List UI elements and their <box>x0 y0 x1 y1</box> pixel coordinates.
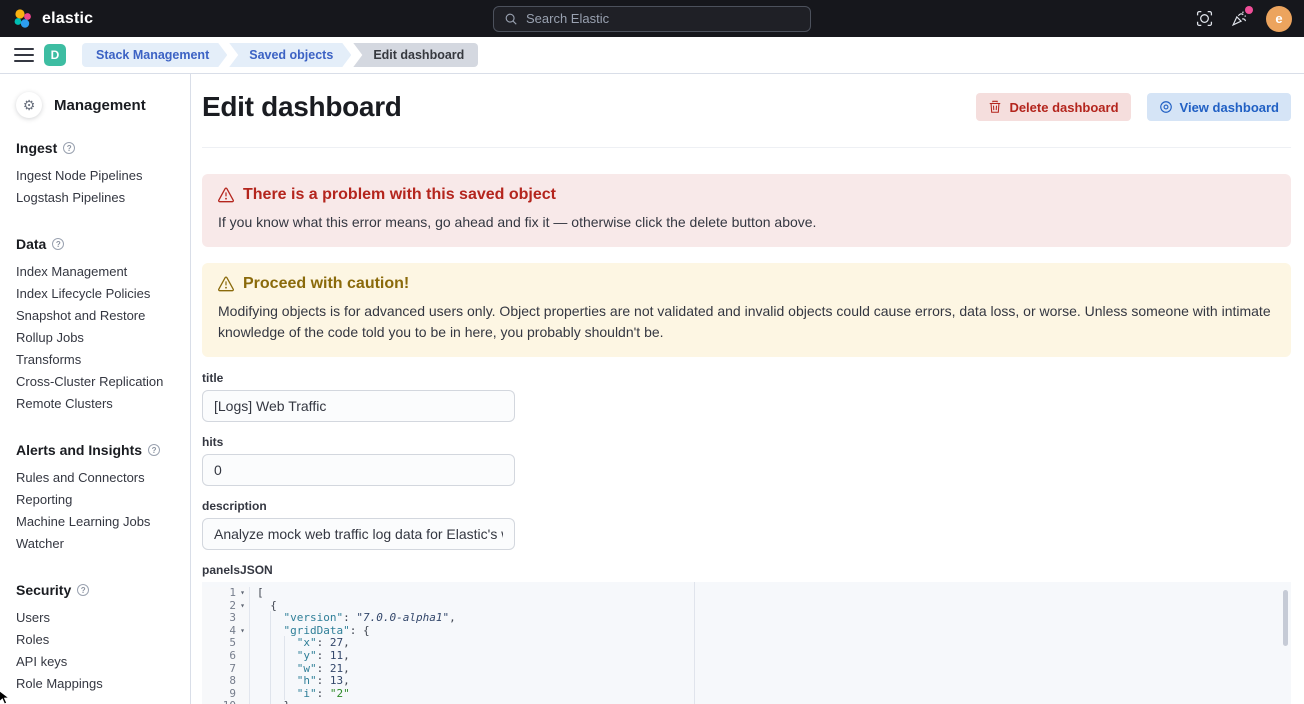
panelsjson-label: panelsJSON <box>202 563 1291 577</box>
view-dashboard-button[interactable]: View dashboard <box>1147 93 1291 121</box>
fold-caret-icon[interactable]: ▾ <box>236 600 249 613</box>
page-title: Edit dashboard <box>202 91 402 123</box>
code-line: 6 "y": 11, <box>202 650 1291 663</box>
warning-callout-body: Modifying objects is for advanced users … <box>218 301 1275 343</box>
sidebar-section-heading-label: Security <box>16 582 71 598</box>
section-help-icon[interactable]: ? <box>52 238 64 250</box>
sidebar-item[interactable]: Roles <box>16 629 176 651</box>
eye-icon <box>1159 100 1173 114</box>
sidebar-item[interactable]: Machine Learning Jobs <box>16 511 176 533</box>
newsfeed-icon[interactable] <box>1231 10 1248 27</box>
elastic-logo-icon <box>12 8 34 30</box>
sidebar-item[interactable]: API keys <box>16 651 176 673</box>
code-line: 10 }, <box>202 700 1291 704</box>
sidebar-item[interactable]: Index Lifecycle Policies <box>16 283 176 305</box>
sidebar-item[interactable]: Index Management <box>16 261 176 283</box>
breadcrumb-item: Edit dashboard <box>353 43 478 67</box>
trash-icon <box>988 100 1002 114</box>
sidebar-title: Management <box>54 97 146 114</box>
kibana-app: elastic Search Elastic <box>0 0 1304 704</box>
sidebar-item[interactable]: Cross-Cluster Replication <box>16 371 176 393</box>
line-number: 10 <box>223 700 236 704</box>
sidebar-item[interactable]: Role Mappings <box>16 673 176 695</box>
sidebar-section-heading-label: Data <box>16 236 46 252</box>
sidebar-item[interactable]: Ingest Node Pipelines <box>16 165 176 187</box>
line-number: 8 <box>229 675 236 688</box>
gear-icon: ⚙ <box>16 92 42 118</box>
sidebar-section-heading: Alerts and Insights? <box>16 442 176 458</box>
sidebar-item[interactable]: Rules and Connectors <box>16 467 176 489</box>
alert-icon <box>218 187 234 203</box>
code-line: 7 "w": 21, <box>202 663 1291 676</box>
user-avatar[interactable]: e <box>1266 6 1292 32</box>
line-number: 3 <box>229 612 236 625</box>
logo-text: elastic <box>42 10 93 28</box>
sidebar-item[interactable]: Reporting <box>16 489 176 511</box>
management-sidebar: ⚙ Management Ingest? Ingest Node Pipeline… <box>0 74 191 704</box>
elastic-logo[interactable]: elastic <box>12 8 93 30</box>
code-line: 4▾ "gridData": { <box>202 625 1291 638</box>
search-icon <box>504 12 518 26</box>
mouse-cursor <box>0 690 11 704</box>
warning-callout-title: Proceed with caution! <box>243 275 409 293</box>
sidebar-section: Alerts and Insights? Rules and Connectors… <box>16 442 176 555</box>
main-content: Edit dashboard Delete dashboard View das… <box>191 74 1304 704</box>
title-label: title <box>202 371 1291 385</box>
section-help-icon[interactable]: ? <box>148 444 160 456</box>
sidebar-item[interactable]: Logstash Pipelines <box>16 187 176 209</box>
description-label: description <box>202 499 1291 513</box>
alert-icon <box>218 276 234 292</box>
breadcrumb-item[interactable]: Stack Management <box>82 43 227 67</box>
title-field[interactable] <box>202 390 515 422</box>
hits-field[interactable] <box>202 454 515 486</box>
sidebar-section-heading-label: Ingest <box>16 140 57 156</box>
line-number: 6 <box>229 650 236 663</box>
hits-label: hits <box>202 435 1291 449</box>
sidebar-item[interactable]: Snapshot and Restore <box>16 305 176 327</box>
top-header-bar: elastic Search Elastic <box>0 0 1304 37</box>
sidebar-item[interactable]: Rollup Jobs <box>16 327 176 349</box>
menu-icon[interactable] <box>14 48 34 62</box>
sidebar-item[interactable]: Transforms <box>16 349 176 371</box>
breadcrumb: Stack ManagementSaved objectsEdit dashbo… <box>82 43 478 67</box>
error-callout-title: There is a problem with this saved objec… <box>243 186 556 204</box>
fold-caret-icon[interactable]: ▾ <box>236 587 249 600</box>
sidebar-header: ⚙ Management <box>16 92 176 118</box>
section-help-icon[interactable]: ? <box>77 584 89 596</box>
sidebar-section-heading-label: Alerts and Insights <box>16 442 142 458</box>
breadcrumb-item[interactable]: Saved objects <box>229 43 351 67</box>
error-callout: There is a problem with this saved objec… <box>202 174 1291 247</box>
sidebar-item[interactable]: Users <box>16 607 176 629</box>
sidebar-section: Data? Index ManagementIndex Lifecycle Pol… <box>16 236 176 415</box>
sidebar-section: Ingest? Ingest Node PipelinesLogstash Pip… <box>16 140 176 209</box>
code-line: 8 "h": 13, <box>202 675 1291 688</box>
panelsjson-code-editor[interactable]: 1▾[2▾ {3 "version": "7.0.0-alpha1",4▾ "g… <box>202 582 1291 704</box>
sidebar-section-heading: Security? <box>16 582 176 598</box>
global-search-input[interactable]: Search Elastic <box>493 6 811 32</box>
description-field[interactable] <box>202 518 515 550</box>
fold-caret-icon[interactable]: ▾ <box>236 625 249 638</box>
line-number: 1 <box>229 587 236 600</box>
warning-callout: Proceed with caution! Modifying objects … <box>202 263 1291 357</box>
section-help-icon[interactable]: ? <box>63 142 75 154</box>
space-badge[interactable]: D <box>44 44 66 66</box>
notification-dot <box>1245 6 1253 14</box>
editor-scrollbar[interactable] <box>1283 590 1288 646</box>
code-line: 5 "x": 27, <box>202 637 1291 650</box>
code-line: 1▾[ <box>202 587 1291 600</box>
help-icon[interactable] <box>1196 10 1213 27</box>
sidebar-item[interactable]: Remote Clusters <box>16 393 176 415</box>
search-placeholder: Search Elastic <box>526 11 609 26</box>
sidebar-section: Security? UsersRolesAPI keysRole Mappings <box>16 582 176 695</box>
header-divider <box>202 147 1291 148</box>
sidebar-item[interactable]: Watcher <box>16 533 176 555</box>
sidebar-section-heading: Data? <box>16 236 176 252</box>
delete-dashboard-button[interactable]: Delete dashboard <box>976 93 1130 121</box>
error-callout-body: If you know what this error means, go ah… <box>218 212 1275 233</box>
sidebar-section-heading: Ingest? <box>16 140 176 156</box>
code-line: 9 "i": "2" <box>202 688 1291 701</box>
breadcrumb-bar: D Stack ManagementSaved objectsEdit dash… <box>0 37 1304 74</box>
